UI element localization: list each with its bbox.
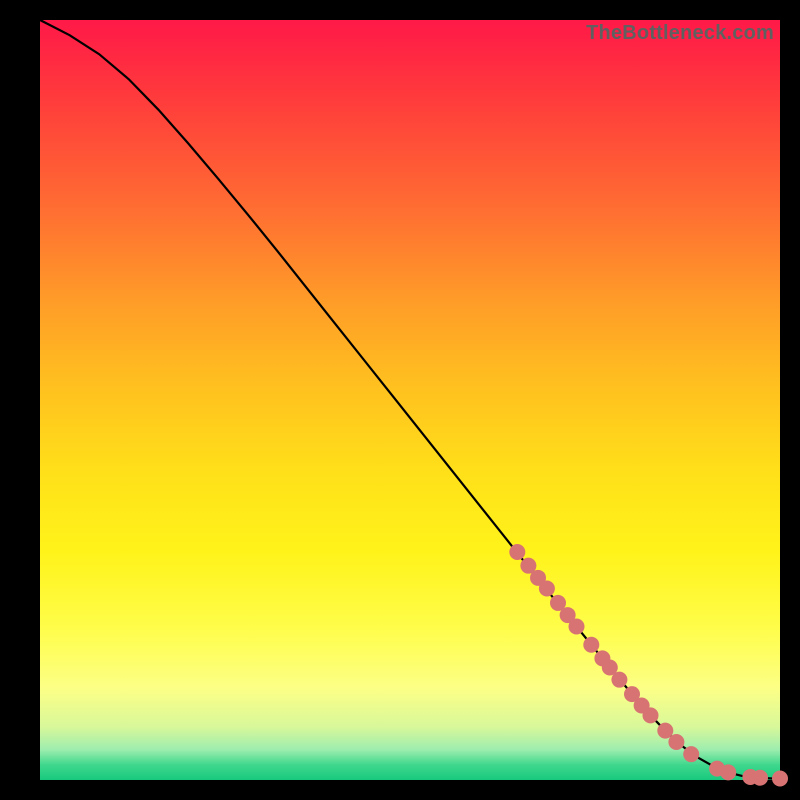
data-marker	[569, 618, 585, 634]
chart-frame: TheBottleneck.com	[0, 0, 800, 800]
data-marker	[720, 764, 736, 780]
data-marker	[583, 637, 599, 653]
chart-svg	[40, 20, 780, 780]
curve-line	[40, 20, 780, 778]
data-marker	[509, 544, 525, 560]
data-marker	[752, 770, 768, 786]
data-marker	[668, 734, 684, 750]
data-marker	[683, 746, 699, 762]
data-marker	[611, 672, 627, 688]
data-marker	[772, 770, 788, 786]
plot-outer: TheBottleneck.com	[40, 20, 780, 780]
marker-group	[509, 544, 788, 786]
data-marker	[539, 580, 555, 596]
data-marker	[643, 707, 659, 723]
